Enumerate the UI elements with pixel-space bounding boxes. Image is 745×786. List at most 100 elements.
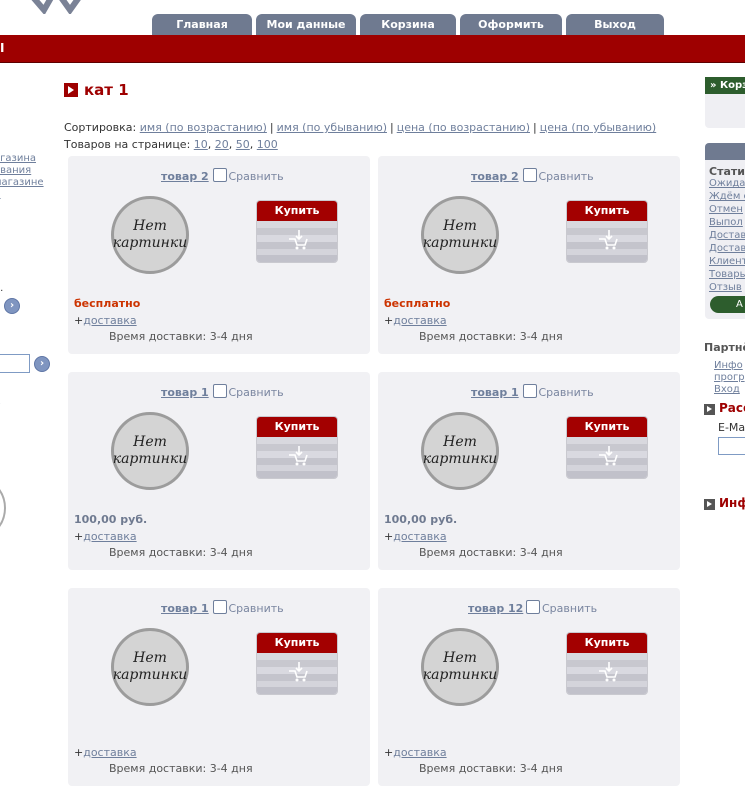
stats-button[interactable]: А xyxy=(710,296,745,313)
delivery-link[interactable]: доставка xyxy=(393,746,446,759)
no-image-line: Нет xyxy=(443,218,477,234)
left-image xyxy=(0,475,6,541)
delivery-link[interactable]: доставка xyxy=(393,530,446,543)
stats-item[interactable]: Клиент xyxy=(709,256,745,267)
per-page-label: Товаров на странице: xyxy=(64,138,190,151)
buy-button[interactable]: Купить xyxy=(257,201,337,262)
per-page-100[interactable]: 100 xyxy=(257,138,278,151)
delivery-link[interactable]: доставка xyxy=(393,314,446,327)
compare-label[interactable]: Сравнить xyxy=(229,386,284,399)
delivery-link[interactable]: доставка xyxy=(83,314,136,327)
stats-item[interactable]: Ждём с xyxy=(709,191,745,202)
product-name[interactable]: товар 2 xyxy=(471,170,519,183)
compare-checkbox[interactable] xyxy=(213,384,227,398)
stats-item[interactable]: Выпол xyxy=(709,217,743,228)
stats-item[interactable]: Достав xyxy=(709,243,745,254)
compare-checkbox[interactable] xyxy=(213,600,227,614)
delivery-prefix: + xyxy=(384,314,393,327)
no-image-line: Нет xyxy=(133,434,167,450)
tab-my-data[interactable]: Мои данные xyxy=(256,14,356,35)
no-image-placeholder: Неткартинки xyxy=(111,628,189,706)
product-name[interactable]: товар 1 xyxy=(471,386,519,399)
product-price: бесплатно xyxy=(74,297,140,310)
buy-button[interactable]: Купить xyxy=(257,417,337,478)
left-link[interactable]: ования xyxy=(0,165,31,176)
sort-name-desc[interactable]: имя (по убыванию) xyxy=(277,121,387,134)
compare-checkbox[interactable] xyxy=(523,168,537,182)
search-input[interactable] xyxy=(0,354,30,373)
buy-button-label: Купить xyxy=(257,633,337,653)
stats-item[interactable]: Достав xyxy=(709,230,745,241)
email-input[interactable] xyxy=(718,437,745,455)
sort-name-asc[interactable]: имя (по возрастанию) xyxy=(140,121,267,134)
product-card: товар 2 Сравнить Неткартинки Купить бесп… xyxy=(68,156,370,354)
compare-label[interactable]: Сравнить xyxy=(539,170,594,183)
product-name[interactable]: товар 1 xyxy=(161,386,209,399)
product-name[interactable]: товар 12 xyxy=(468,602,523,615)
delivery-row: +доставка xyxy=(384,530,447,543)
tab-cart[interactable]: Корзина xyxy=(360,14,456,35)
partners-link[interactable]: Вход xyxy=(714,384,740,395)
buy-button[interactable]: Купить xyxy=(567,417,647,478)
sort-label: Сортировка: xyxy=(64,121,136,134)
left-link[interactable]: н xyxy=(0,189,1,200)
product-card: товар 12 Сравнить Неткартинки Купить +до… xyxy=(378,588,680,786)
tab-checkout[interactable]: Оформить xyxy=(460,14,562,35)
product-price: 100,00 руб. xyxy=(74,513,147,526)
delivery-prefix: + xyxy=(74,314,83,327)
delivery-time: Время доставки: 3-4 дня xyxy=(419,762,563,775)
per-page-50[interactable]: 50 xyxy=(236,138,250,151)
product-card: товар 1 Сравнить Неткартинки Купить 100,… xyxy=(68,372,370,570)
delivery-time: Время доставки: 3-4 дня xyxy=(419,330,563,343)
tab-logout[interactable]: Выход xyxy=(566,14,664,35)
logo[interactable] xyxy=(30,0,82,14)
no-image-line: картинки xyxy=(113,667,188,683)
buy-button-label: Купить xyxy=(567,201,647,221)
sort-price-desc[interactable]: цена (по убыванию) xyxy=(540,121,657,134)
compare-checkbox[interactable] xyxy=(523,384,537,398)
info-title: Инф xyxy=(719,496,745,510)
compare-checkbox[interactable] xyxy=(526,600,540,614)
compare-label[interactable]: Сравнить xyxy=(229,170,284,183)
cart-box: » Корз xyxy=(705,77,745,128)
product-name[interactable]: товар 1 xyxy=(161,602,209,615)
compare-label[interactable]: Сравнить xyxy=(542,602,597,615)
stats-item[interactable]: Отзыв xyxy=(709,282,742,293)
compare-checkbox[interactable] xyxy=(213,168,227,182)
delivery-time: Время доставки: 3-4 дня xyxy=(109,762,253,775)
per-page-20[interactable]: 20 xyxy=(215,138,229,151)
left-link[interactable]: магазине xyxy=(0,177,44,188)
product-name[interactable]: товар 2 xyxy=(161,170,209,183)
page-title: кат 1 xyxy=(84,81,129,99)
compare-label[interactable]: Сравнить xyxy=(539,386,594,399)
delivery-link[interactable]: доставка xyxy=(83,746,136,759)
buy-button-label: Купить xyxy=(567,633,647,653)
buy-button[interactable]: Купить xyxy=(257,633,337,694)
buy-button[interactable]: Купить xyxy=(567,201,647,262)
no-image-line: Нет xyxy=(133,650,167,666)
cart-box-header[interactable]: » Корз xyxy=(705,77,745,94)
separator: | xyxy=(390,121,394,134)
tab-home[interactable]: Главная xyxy=(152,14,252,35)
title-arrow-icon xyxy=(64,83,78,97)
sort-price-asc[interactable]: цена (по возрастанию) xyxy=(397,121,530,134)
stats-item[interactable]: Товары xyxy=(709,269,745,280)
delivery-prefix: + xyxy=(74,746,83,759)
buy-button[interactable]: Купить xyxy=(567,633,647,694)
sort-bar: Сортировка: имя (по возрастанию)|имя (по… xyxy=(64,121,656,134)
compare-label[interactable]: Сравнить xyxy=(229,602,284,615)
go-button[interactable]: › xyxy=(4,298,20,314)
per-page-10[interactable]: 10 xyxy=(194,138,208,151)
left-link[interactable]: агазина xyxy=(0,153,36,164)
delivery-time: Время доставки: 3-4 дня xyxy=(109,546,253,559)
stats-item[interactable]: Ожида xyxy=(709,178,745,189)
search-go-button[interactable]: › xyxy=(34,356,50,372)
delivery-time: Время доставки: 3-4 дня xyxy=(109,330,253,343)
left-text: а. xyxy=(0,283,3,294)
delivery-link[interactable]: доставка xyxy=(83,530,136,543)
separator: | xyxy=(270,121,274,134)
stats-item[interactable]: Отмен xyxy=(709,204,743,215)
partners-link[interactable]: прогр xyxy=(714,372,745,383)
partners-link[interactable]: Инфо xyxy=(714,360,743,371)
cart-icon xyxy=(597,443,619,467)
